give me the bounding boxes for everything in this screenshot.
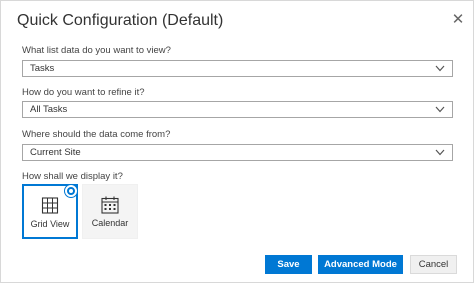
advanced-mode-button[interactable]: Advanced Mode [318,255,403,274]
data-source-value: Current Site [30,147,81,158]
quick-configuration-dialog: Quick Configuration (Default) ✕ What lis… [0,0,474,283]
cancel-button[interactable]: Cancel [410,255,457,274]
calendar-icon [101,196,119,214]
close-icon[interactable]: ✕ [449,11,467,29]
selected-radio-icon [65,185,77,197]
data-source-select[interactable]: Current Site [22,144,453,161]
chevron-down-icon [435,65,445,72]
list-data-label: What list data do you want to view? [22,45,171,56]
grid-view-option[interactable]: Grid View [22,184,78,239]
calendar-option[interactable]: Calendar [82,184,138,239]
grid-icon [41,197,59,214]
dialog-title: Quick Configuration (Default) [17,12,224,29]
chevron-down-icon [435,106,445,113]
refine-value: All Tasks [30,104,68,115]
display-label: How shall we display it? [22,171,123,182]
calendar-label: Calendar [91,218,129,228]
refine-label: How do you want to refine it? [22,87,145,98]
refine-select[interactable]: All Tasks [22,101,453,118]
list-data-select[interactable]: Tasks [22,60,453,77]
grid-view-label: Grid View [30,219,70,229]
save-button[interactable]: Save [265,255,312,274]
chevron-down-icon [435,149,445,156]
list-data-value: Tasks [30,63,55,74]
data-source-label: Where should the data come from? [22,129,171,140]
